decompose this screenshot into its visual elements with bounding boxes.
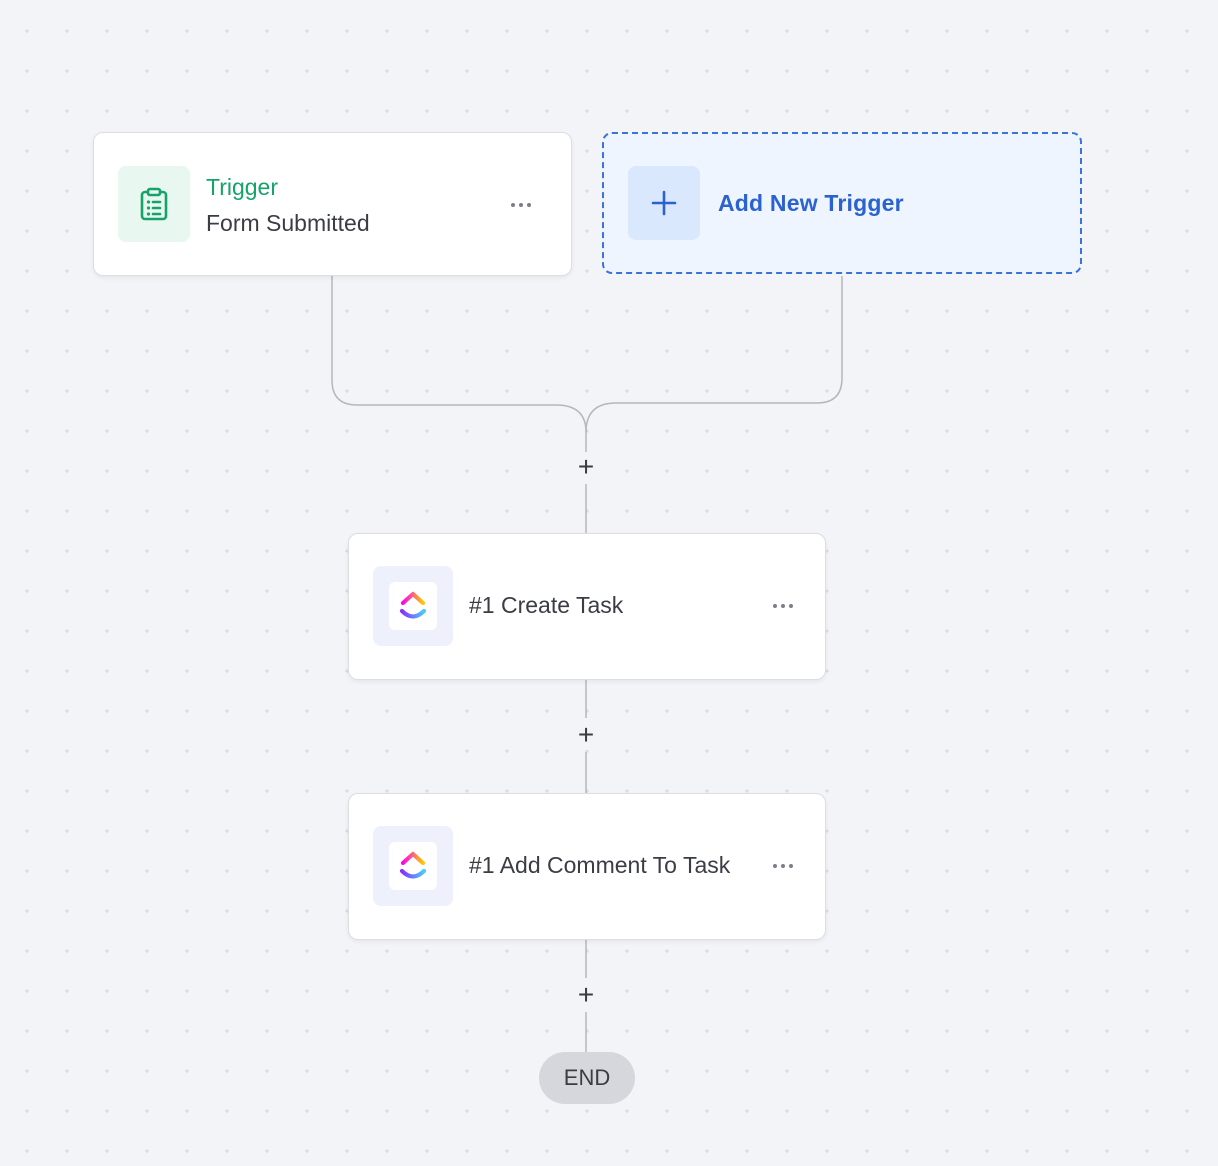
step-label: #1 Add Comment To Task [469,852,731,878]
trigger-card[interactable]: Trigger Form Submitted [93,132,572,276]
clickup-logo-icon [399,591,427,619]
add-step-button[interactable]: + [571,980,601,1010]
add-new-trigger-label: Add New Trigger [718,190,904,216]
add-step-button[interactable]: + [571,720,601,750]
add-step-button[interactable]: + [571,452,601,482]
plus-icon [651,190,677,216]
clickup-logo-icon [399,851,427,879]
step-card-add-comment[interactable]: #1 Add Comment To Task [348,793,826,940]
step-more-options-icon[interactable] [773,864,793,868]
add-trigger-icon-box [628,166,700,240]
step-more-options-icon[interactable] [773,604,793,608]
workflow-canvas[interactable]: Trigger Form Submitted Add New Trigger + [0,0,1218,1166]
add-new-trigger-button[interactable]: Add New Trigger [602,132,1082,274]
trigger-more-options-icon[interactable] [511,203,531,207]
trigger-icon-box [118,166,190,242]
step-icon-box [373,826,453,906]
end-node: END [539,1052,635,1104]
step-icon-box [373,566,453,646]
step-card-create-task[interactable]: #1 Create Task [348,533,826,680]
trigger-title: Trigger [206,174,278,200]
clipboard-list-icon [140,187,168,221]
step-label: #1 Create Task [469,592,624,618]
trigger-event: Form Submitted [206,210,370,236]
